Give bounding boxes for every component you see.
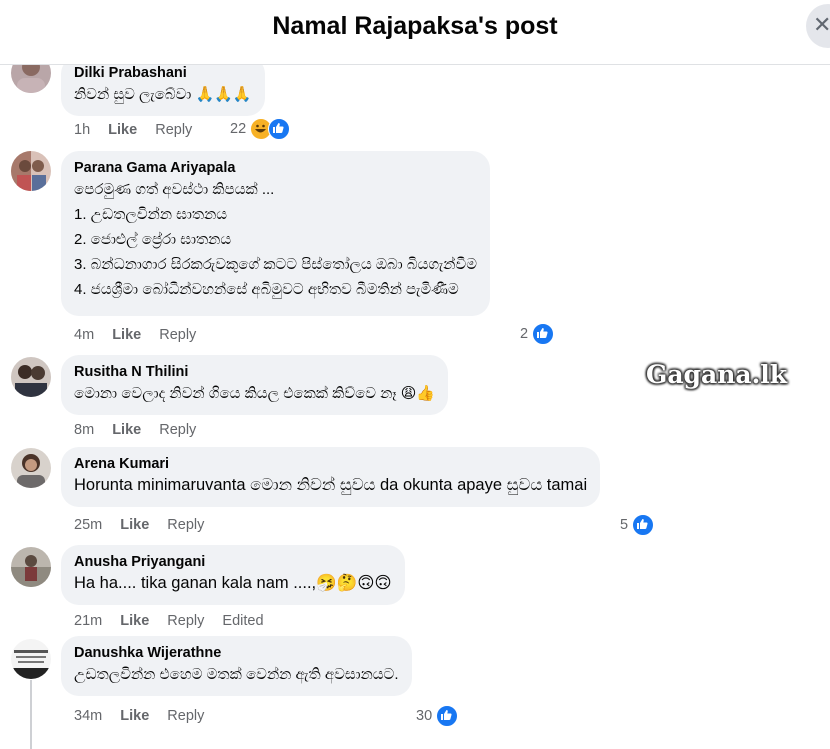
comment-bubble: Danushka Wijerathne උඩතලවින්න එහෙම මතක් …	[61, 636, 412, 696]
comment-time[interactable]: 21m	[74, 613, 102, 629]
comment-author[interactable]: Arena Kumari	[74, 455, 587, 473]
reply-button[interactable]: Reply	[167, 517, 204, 533]
comment-text-line: 2. ජොළුල් ප්‍රේරා ඝාතනය	[74, 231, 232, 248]
comment-time[interactable]: 25m	[74, 517, 102, 533]
comment-author[interactable]: Parana Gama Ariyapala	[74, 159, 477, 177]
comment-text: උඩතලවින්න එහෙම මතක් වෙන්න ඇති අවසානයට.	[74, 666, 399, 683]
comment-bubble: Parana Gama Ariyapala පෙරමුණ ගත් අවස්ථා …	[61, 151, 491, 316]
reaction-summary[interactable]: 2	[520, 323, 555, 345]
like-button[interactable]: Like	[108, 122, 137, 138]
like-reaction-icon	[436, 705, 459, 727]
avatar[interactable]	[11, 639, 51, 679]
comment-text-line: 3. බන්ධනාගාර සිරකරුවකුගේ කටට පිස්තෝලය ඔබ…	[74, 256, 478, 273]
avatar[interactable]	[11, 357, 51, 397]
comment-author[interactable]: Dilki Prabashani	[74, 64, 252, 82]
comment-time[interactable]: 34m	[74, 708, 102, 724]
comment-author[interactable]: Anusha Priyangani	[74, 553, 392, 571]
comment-text: නිවන් සුව ලැබේවා 🙏🙏🙏	[74, 86, 252, 103]
reaction-count: 2	[520, 326, 529, 342]
comment-text-line: 1. උඩතලවින්න ඝාතනය	[74, 206, 228, 223]
reply-button[interactable]: Reply	[159, 422, 196, 438]
comment-actions: 34m Like Reply	[74, 708, 218, 724]
comment-bubble: Anusha Priyangani Ha ha.... tika ganan k…	[61, 545, 405, 605]
like-button[interactable]: Like	[112, 327, 141, 343]
edited-label: Edited	[222, 613, 264, 629]
like-button[interactable]: Like	[120, 708, 149, 724]
like-reaction-icon	[268, 118, 291, 140]
like-reaction-icon	[632, 514, 655, 536]
comment-text-line: 4. ජයශ්‍රීමා බෝධීන්වහන්සේ අබිමුවට අභිතව …	[74, 281, 459, 298]
comment-bubble: Arena Kumari Horunta minimaruvanta මොන න…	[61, 447, 601, 507]
reaction-summary[interactable]: 5	[620, 514, 655, 536]
comment-text: මොනා වෙලාද නිවන් ගියෙ කියල එකෙක් කිව්වෙ …	[74, 385, 436, 402]
reply-button[interactable]: Reply	[167, 708, 204, 724]
reaction-count: 30	[416, 708, 433, 724]
like-button[interactable]: Like	[112, 422, 141, 438]
comment-actions: 8m Like Reply	[74, 422, 210, 438]
like-button[interactable]: Like	[120, 613, 149, 629]
reply-thread-line	[30, 680, 32, 749]
page-title: Namal Rajapaksa's post	[272, 12, 558, 40]
reply-button[interactable]: Reply	[159, 327, 196, 343]
comment-actions: 21m Like Reply Edited	[74, 613, 278, 629]
avatar[interactable]	[11, 448, 51, 488]
comment-actions: 25m Like Reply	[74, 517, 218, 533]
comment-bubble: Rusitha N Thilini මොනා වෙලාද නිවන් ගියෙ …	[61, 355, 449, 415]
comment-actions: 4m Like Reply	[74, 327, 210, 343]
like-button[interactable]: Like	[120, 517, 149, 533]
comment-text-line: පෙරමුණ ගත් අවස්ථා කිපයක් ...	[74, 181, 275, 198]
reply-button[interactable]: Reply	[155, 122, 192, 138]
reaction-summary[interactable]: 22	[230, 118, 291, 140]
comment-actions: 1h Like Reply	[74, 122, 206, 138]
comment-author[interactable]: Danushka Wijerathne	[74, 644, 399, 662]
close-button[interactable]: ✕	[806, 4, 830, 48]
like-reaction-icon	[532, 323, 555, 345]
comment-time[interactable]: 1h	[74, 122, 90, 138]
avatar[interactable]	[11, 547, 51, 587]
reaction-summary[interactable]: 30	[416, 705, 459, 727]
comment-text: Ha ha.... tika ganan kala nam ....,🤧🤔🙃🙃	[74, 574, 392, 592]
comment-author[interactable]: Rusitha N Thilini	[74, 363, 435, 381]
comment-time[interactable]: 4m	[74, 327, 94, 343]
reaction-count: 5	[620, 517, 629, 533]
reaction-count: 22	[230, 121, 247, 137]
post-header: Namal Rajapaksa's post ✕	[0, 0, 830, 65]
comment-time[interactable]: 8m	[74, 422, 94, 438]
close-icon: ✕	[813, 13, 830, 38]
avatar[interactable]	[11, 151, 51, 191]
comment-bubble: Dilki Prabashani නිවන් සුව ලැබේවා 🙏🙏🙏	[61, 56, 265, 116]
watermark: Gagana.lk	[646, 360, 788, 389]
reply-button[interactable]: Reply	[167, 613, 204, 629]
comment-text: Horunta minimaruvanta මොන නිවන් සුවය da …	[74, 476, 588, 494]
